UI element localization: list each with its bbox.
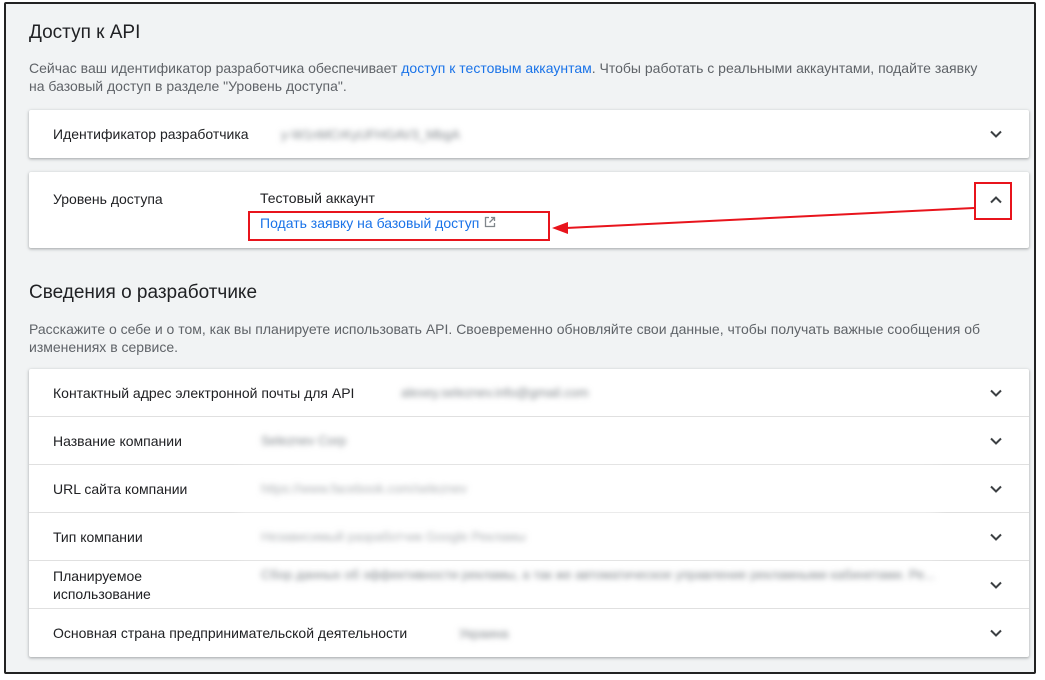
planned-usage-row[interactable]: Планируемое использование Сбор данных об… bbox=[29, 561, 1029, 609]
contact-email-row[interactable]: Контактный адрес электронной почты для A… bbox=[29, 369, 1029, 417]
developer-info-card: Контактный адрес электронной почты для A… bbox=[29, 369, 1029, 657]
company-url-label: URL сайта компании bbox=[53, 480, 188, 497]
business-country-value: Украина bbox=[459, 625, 509, 641]
company-type-row[interactable]: Тип компании Независимый разработчик Goo… bbox=[29, 513, 1029, 561]
business-country-row[interactable]: Основная страна предпринимательской деят… bbox=[29, 609, 1029, 657]
chevron-down-icon[interactable] bbox=[989, 530, 1003, 544]
developer-info-title: Сведения о разработчике bbox=[29, 282, 258, 303]
chevron-down-icon[interactable] bbox=[989, 482, 1003, 496]
chevron-down-icon[interactable] bbox=[989, 386, 1003, 400]
developer-info-description: Расскажите о себе и о том, как вы планир… bbox=[29, 321, 981, 355]
company-type-label: Тип компании bbox=[53, 528, 143, 545]
company-name-row[interactable]: Название компании Seleznev Corp bbox=[29, 417, 1029, 465]
chevron-down-icon[interactable] bbox=[989, 626, 1003, 640]
company-name-label: Название компании bbox=[53, 432, 182, 449]
chevron-down-icon[interactable] bbox=[989, 578, 1003, 592]
company-url-value: https://www.facebook.com/seleznev bbox=[261, 481, 467, 496]
planned-usage-value: Сбор данных об эффективности рекламы, а … bbox=[261, 567, 936, 582]
business-country-label: Основная страна предпринимательской деят… bbox=[53, 625, 408, 641]
company-name-value: Seleznev Corp bbox=[261, 433, 347, 448]
contact-email-label: Контактный адрес электронной почты для A… bbox=[53, 384, 355, 401]
chevron-down-icon[interactable] bbox=[989, 434, 1003, 448]
company-url-row[interactable]: URL сайта компании https://www.facebook.… bbox=[29, 465, 1029, 513]
company-type-value: Независимый разработчик Google Рекламы bbox=[261, 529, 526, 544]
page-frame: Доступ к API Сейчас ваш идентификатор ра… bbox=[4, 2, 1036, 674]
planned-usage-label: Планируемое использование bbox=[53, 567, 151, 602]
contact-email-value: alexey.seleznev.info@gmail.com bbox=[401, 385, 589, 400]
